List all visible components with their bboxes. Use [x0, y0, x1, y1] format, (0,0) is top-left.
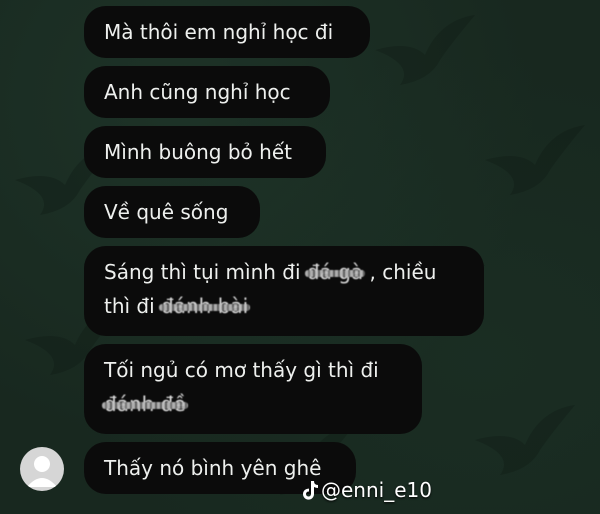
bird-pattern-icon [375, 15, 475, 85]
redacted-text: đánh đề [102, 387, 188, 421]
message-line: Tối ngủ có mơ thấy gì thì đi [104, 358, 379, 382]
message-text: Thấy nó bình yên ghê [104, 456, 322, 480]
message-text: Anh cũng nghỉ học [104, 80, 291, 104]
message-line: Sáng thì tụi mình đi đá gà , chiều [104, 255, 464, 289]
message-line: thì đi đánh bài [104, 289, 464, 323]
watermark: @enni_e10 [302, 478, 432, 502]
user-icon [27, 456, 57, 487]
tiktok-icon [303, 481, 318, 500]
redacted-text: đá gà [304, 255, 366, 289]
message-text: Về quê sống [104, 200, 229, 224]
avatar[interactable] [20, 447, 64, 491]
message-bubble[interactable]: Về quê sống [84, 186, 260, 238]
watermark-handle: @enni_e10 [321, 478, 432, 502]
message-line: đánh đề [102, 387, 402, 421]
message-bubble[interactable]: Anh cũng nghỉ học [84, 66, 330, 118]
message-bubble[interactable]: Tối ngủ có mơ thấy gì thì đi đánh đề [84, 344, 422, 434]
message-bubble[interactable]: Sáng thì tụi mình đi đá gà , chiều thì đ… [84, 246, 484, 336]
bird-pattern-icon [475, 405, 575, 475]
message-bubble[interactable]: Mà thôi em nghỉ học đi [84, 6, 370, 58]
redacted-text: đánh bài [159, 289, 251, 323]
message-text: Mà thôi em nghỉ học đi [104, 20, 334, 44]
bird-pattern-icon [485, 125, 585, 195]
message-bubble[interactable]: Mình buông bỏ hết [84, 126, 326, 178]
message-text: Mình buông bỏ hết [104, 140, 292, 164]
